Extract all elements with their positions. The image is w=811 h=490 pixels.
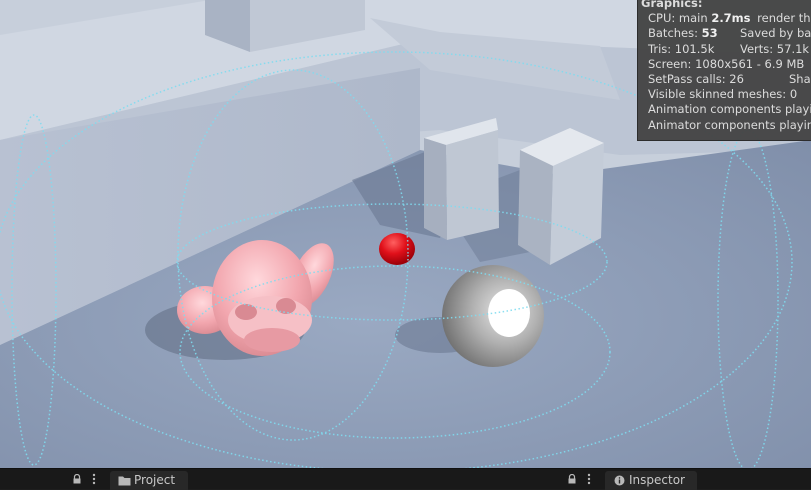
monkey-left-eye <box>235 304 257 320</box>
render-thread-label: render threa <box>757 11 811 26</box>
setpass-text: SetPass calls: 26 <box>648 71 744 86</box>
monkey-mouth <box>244 328 300 352</box>
stats-header: Graphics: <box>641 0 703 10</box>
animation-components-text: Animation components playin <box>648 102 811 117</box>
tab-project-label: Project <box>134 473 176 487</box>
stats-overlay: Graphics: CPU: main 2.7ms render threa B… <box>637 0 811 141</box>
red-sphere <box>379 233 415 265</box>
animator-components-text: Animator components playing <box>648 117 811 132</box>
cpu-label: CPU: main <box>648 11 708 26</box>
tab-project[interactable]: Project <box>110 471 188 490</box>
batches-value: 53 <box>701 26 718 41</box>
verts-text: Verts: 57.1k <box>740 41 810 56</box>
pillar2-side <box>518 150 553 265</box>
kebab-menu-icon[interactable] <box>586 473 592 485</box>
shadow-casters-label: Shad <box>789 71 811 86</box>
tab-inspector-label: Inspector <box>629 473 685 487</box>
saved-by-batching-label: Saved by bat <box>740 26 811 41</box>
visible-skinned-text: Visible skinned meshes: 0 <box>648 87 798 102</box>
folder-icon <box>118 476 131 486</box>
lock-icon[interactable] <box>72 474 82 484</box>
monkey-right-eye <box>276 298 296 314</box>
info-icon <box>614 475 625 486</box>
scene-viewport[interactable]: Graphics: CPU: main 2.7ms render threa B… <box>0 0 811 468</box>
tab-inspector[interactable]: Inspector <box>605 471 697 490</box>
screen-text: Screen: 1080x561 - 6.9 MB <box>648 56 805 71</box>
batches-label: Batches: <box>648 26 698 41</box>
tris-text: Tris: 101.5k <box>648 41 715 56</box>
kebab-menu-icon[interactable] <box>91 473 97 485</box>
pillar1-front <box>446 130 499 240</box>
pillar1-side <box>424 138 447 240</box>
cpu-value: 2.7ms <box>711 11 751 26</box>
sphere-highlight <box>488 289 530 337</box>
lock-icon[interactable] <box>567 474 577 484</box>
bottom-panel-tab-bar: Project Inspector <box>0 468 811 490</box>
